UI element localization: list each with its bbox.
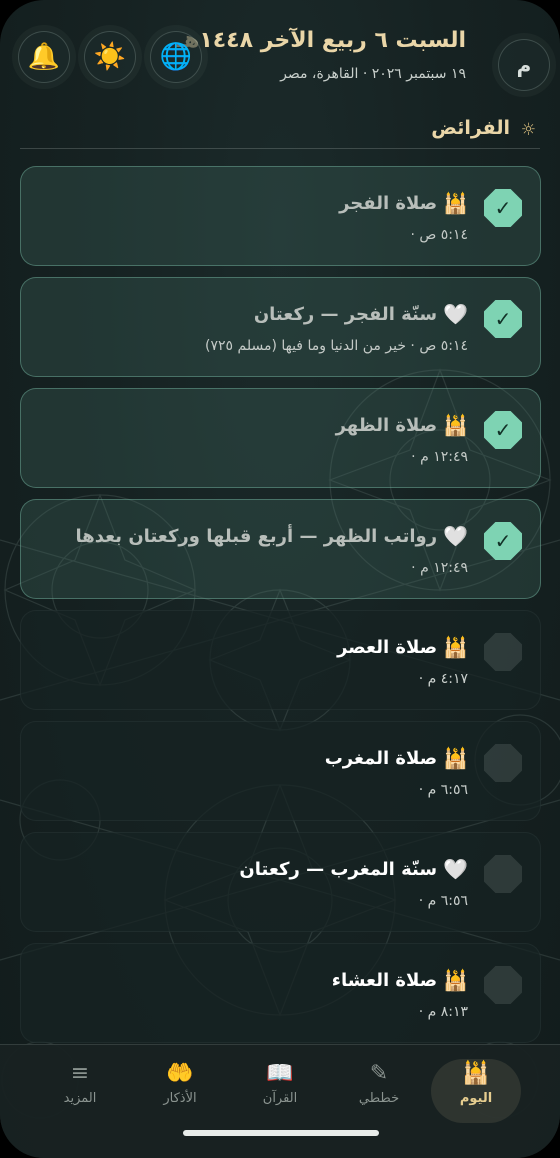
prayer-card-rawatib-dhuhr[interactable]: ✓ 🤍 رواتب الظهر — أربع قبلها وركعتان بعد… — [20, 499, 541, 599]
home-indicator — [183, 1130, 379, 1136]
prayer-card-sunnah-maghrib[interactable]: 🤍 سنّة المغرب — ركعتان ٦:٥٦ م · — [20, 832, 541, 932]
prayer-title: 🤍 سنّة الفجر — ركعتان — [254, 302, 468, 326]
theme-toggle-button[interactable]: ☀️ — [84, 31, 136, 83]
book-icon: 📖 — [266, 1061, 294, 1086]
nav-label: القرآن — [262, 1091, 298, 1106]
prayer-time: ١٢:٤٩ م · — [411, 449, 468, 465]
mosque-icon: 🕌 — [443, 746, 468, 770]
check-icon[interactable] — [484, 966, 522, 1004]
nav-label: الأذكار — [163, 1091, 197, 1106]
app-screen: م السبت ٦ ربيع الآخر ١٤٤٨هـ ١٩ سبتمبر ٢٠… — [0, 0, 560, 1158]
section-header-faraid: ☼ الفرائض — [20, 117, 540, 149]
mosque-icon: 🕌 — [443, 968, 468, 992]
prayer-list: ✓ 🕌 صلاة الفجر ٥:١٤ ص · ✓ 🤍 سنّة الفجر —… — [20, 166, 541, 1054]
hijri-date: السبت ٦ ربيع الآخر ١٤٤٨هـ — [177, 28, 466, 53]
prayer-time: ٥:١٤ ص · خير من الدنيا وما فيها (مسلم ٧٢… — [205, 338, 468, 354]
prayer-card-dhuhr[interactable]: ✓ 🕌 صلاة الظهر ١٢:٤٩ م · — [20, 388, 541, 488]
sun-icon: ☀️ — [93, 42, 127, 72]
prayer-name: سنّة المغرب — ركعتان — [239, 858, 438, 880]
prayer-title: 🕌 صلاة العشاء — [332, 968, 468, 992]
check-icon[interactable]: ✓ — [484, 522, 522, 560]
prayer-name: صلاة الفجر — [339, 192, 438, 214]
prayer-name: سنّة الفجر — ركعتان — [253, 303, 438, 325]
mosque-icon: 🕌 — [443, 635, 468, 659]
profile-avatar[interactable]: م — [498, 39, 550, 91]
nav-quran[interactable]: 📖 القرآن — [235, 1059, 325, 1123]
prayer-title: 🤍 رواتب الظهر — أربع قبلها وركعتان بعدها — [76, 524, 469, 548]
nav-label: اليوم — [459, 1091, 493, 1106]
nav-more[interactable]: ≡ المزيد — [35, 1059, 125, 1123]
notifications-button[interactable]: 🔔 — [18, 31, 70, 83]
check-icon[interactable] — [484, 855, 522, 893]
prayer-time: ١٢:٤٩ م · — [411, 560, 468, 576]
prayer-title: 🕌 صلاة المغرب — [325, 746, 468, 770]
sun-outline-icon: ☼ — [520, 120, 536, 140]
prayer-name: صلاة المغرب — [324, 747, 438, 769]
prayer-time: ٨:١٣ م · — [418, 1004, 468, 1020]
heart-icon: 🤍 — [443, 857, 468, 881]
check-icon[interactable]: ✓ — [484, 189, 522, 227]
praying-hands-icon: 🤲 — [166, 1061, 194, 1086]
nav-label: خططي — [358, 1091, 400, 1106]
prayer-time: ٦:٥٦ م · — [418, 893, 468, 909]
globe-icon: 🌐 — [159, 42, 193, 72]
prayer-title: 🕌 صلاة الظهر — [336, 413, 468, 437]
prayer-card-asr[interactable]: 🕌 صلاة العصر ٤:١٧ م · — [20, 610, 541, 710]
check-icon[interactable]: ✓ — [484, 411, 522, 449]
prayer-name: صلاة العصر — [337, 636, 438, 658]
prayer-title: 🕌 صلاة الفجر — [339, 191, 468, 215]
section-title: الفرائض — [431, 117, 510, 139]
prayer-name: صلاة العشاء — [331, 969, 438, 991]
check-icon[interactable]: ✓ — [484, 300, 522, 338]
prayer-card-sunnah-fajr[interactable]: ✓ 🤍 سنّة الفجر — ركعتان ٥:١٤ ص · خير من … — [20, 277, 541, 377]
gregorian-date-location: ١٩ سبتمبر ٢٠٢٦ · القاهرة، مصر — [280, 66, 466, 82]
nav-today[interactable]: 🕌 اليوم — [431, 1059, 521, 1123]
heart-icon: 🤍 — [443, 302, 468, 326]
menu-icon: ≡ — [70, 1061, 90, 1086]
mosque-icon: 🕌 — [443, 413, 468, 437]
prayer-card-isha[interactable]: 🕌 صلاة العشاء ٨:١٣ م · — [20, 943, 541, 1043]
bell-icon: 🔔 — [27, 42, 61, 72]
nav-adhkar[interactable]: 🤲 الأذكار — [135, 1059, 225, 1123]
pencil-icon: ✎ — [369, 1061, 389, 1086]
nav-label: المزيد — [63, 1091, 97, 1106]
heart-icon: 🤍 — [443, 524, 468, 548]
prayer-title: 🤍 سنّة المغرب — ركعتان — [239, 857, 468, 881]
prayer-card-fajr[interactable]: ✓ 🕌 صلاة الفجر ٥:١٤ ص · — [20, 166, 541, 266]
bottom-nav: 🕌 اليوم ✎ خططي 📖 القرآن 🤲 الأذكار ≡ المز… — [0, 1044, 560, 1158]
mosque-icon: 🕌 — [462, 1061, 490, 1086]
language-button[interactable]: 🌐 — [150, 31, 202, 83]
prayer-name: رواتب الظهر — أربع قبلها وركعتان بعدها — [75, 525, 438, 547]
prayer-time: ٥:١٤ ص · — [410, 227, 468, 243]
prayer-time: ٦:٥٦ م · — [418, 782, 468, 798]
avatar-letter: م — [516, 53, 532, 77]
nav-plans[interactable]: ✎ خططي — [334, 1059, 424, 1123]
prayer-time: ٤:١٧ م · — [418, 671, 468, 687]
prayer-card-maghrib[interactable]: 🕌 صلاة المغرب ٦:٥٦ م · — [20, 721, 541, 821]
prayer-title: 🕌 صلاة العصر — [337, 635, 468, 659]
check-icon[interactable] — [484, 633, 522, 671]
mosque-icon: 🕌 — [443, 191, 468, 215]
check-icon[interactable] — [484, 744, 522, 782]
prayer-name: صلاة الظهر — [335, 414, 438, 436]
top-header: م السبت ٦ ربيع الآخر ١٤٤٨هـ ١٩ سبتمبر ٢٠… — [0, 22, 560, 112]
